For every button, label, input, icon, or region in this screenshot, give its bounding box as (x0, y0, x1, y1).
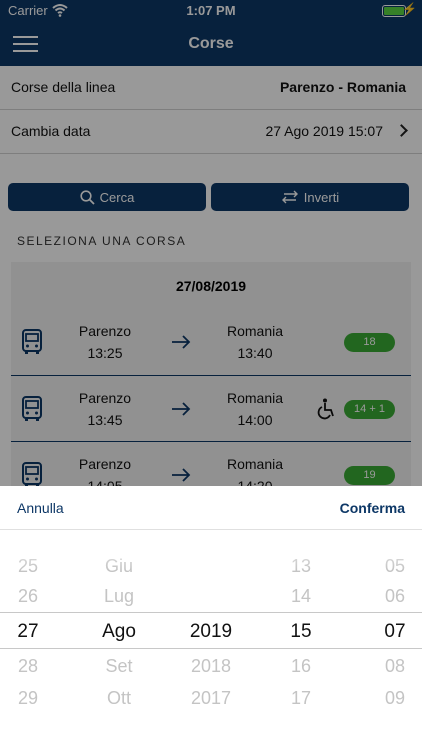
date-time-wheel[interactable]: 25 26 27 28 29 Giu Lug Ago Set Ott 2019 … (0, 530, 422, 750)
picker-option[interactable]: 2017 (176, 688, 246, 709)
picker-selected[interactable]: 15 (276, 621, 326, 643)
date-picker-sheet: Annulla Conferma 25 26 27 28 29 Giu Lug … (0, 486, 422, 750)
picker-selected[interactable]: 07 (370, 621, 420, 643)
picker-option[interactable]: 16 (276, 656, 326, 677)
picker-toolbar: Annulla Conferma (0, 486, 422, 530)
picker-option[interactable]: 28 (0, 656, 56, 677)
picker-option[interactable]: 14 (276, 586, 326, 607)
cancel-button[interactable]: Annulla (17, 500, 64, 516)
picker-selected[interactable]: 27 (0, 621, 56, 643)
picker-option[interactable]: Ott (84, 688, 154, 709)
picker-option[interactable]: 06 (370, 586, 420, 607)
picker-option[interactable]: Lug (84, 586, 154, 607)
picker-selected[interactable]: Ago (84, 621, 154, 643)
picker-option[interactable]: Set (84, 656, 154, 677)
confirm-button[interactable]: Conferma (340, 500, 405, 516)
picker-option[interactable]: 26 (0, 586, 56, 607)
picker-option[interactable]: 2018 (176, 656, 246, 677)
picker-option[interactable]: 08 (370, 656, 420, 677)
picker-option[interactable]: 17 (276, 688, 326, 709)
picker-option[interactable]: 29 (0, 688, 56, 709)
picker-selected[interactable]: 2019 (176, 621, 246, 643)
picker-option[interactable]: 09 (370, 688, 420, 709)
